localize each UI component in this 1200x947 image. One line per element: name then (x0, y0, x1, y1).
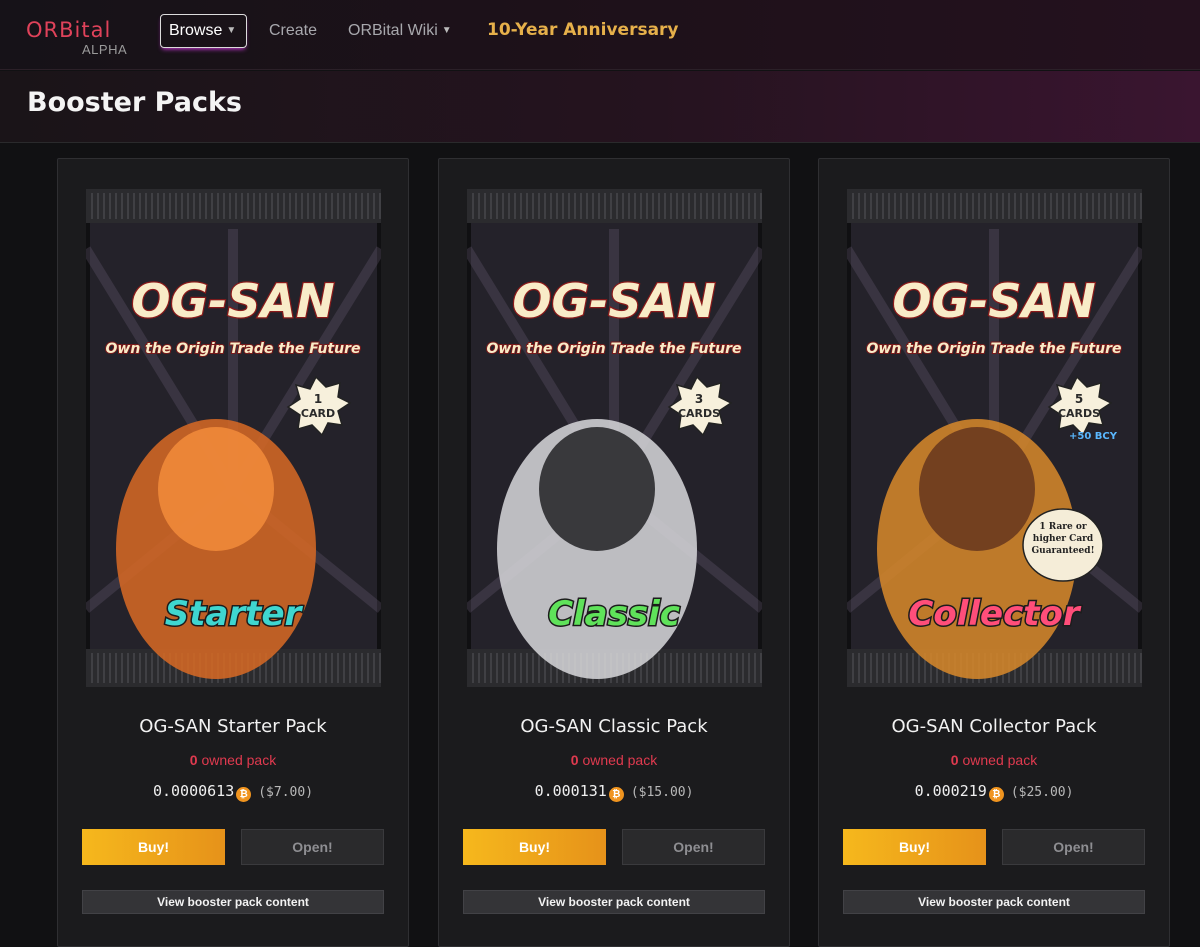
owned-label: owned pack (201, 752, 277, 768)
pack-price: 0.000131 ₿ ($15.00) (439, 782, 789, 802)
booster-pack-card-0: 1 CARD OG-SAN Own the Origin Trade the F… (57, 158, 409, 947)
owned-label: owned pack (962, 752, 1038, 768)
pack-image[interactable]: 5 CARDS +50 BCY 1 Rare or higher Card Gu… (847, 189, 1142, 687)
bitcoin-icon: ₿ (608, 787, 624, 802)
svg-text:Own the Origin Trade the Futu: Own the Origin Trade the Future (105, 341, 360, 357)
svg-text:OG-SAN: OG-SAN (131, 274, 334, 328)
owned-label: owned pack (582, 752, 658, 768)
buy-button[interactable]: Buy! (82, 829, 225, 865)
svg-text:1 Rare or: 1 Rare or (1039, 522, 1087, 532)
open-button[interactable]: Open! (622, 829, 765, 865)
pack-name: OG-SAN Classic Pack (520, 716, 708, 737)
pack-image[interactable]: 1 CARD OG-SAN Own the Origin Trade the F… (86, 189, 381, 687)
booster-pack-card-1: 3 CARDS OG-SAN Own the Origin Trade the … (438, 158, 790, 947)
svg-text:5: 5 (1075, 392, 1083, 406)
price-usd: ($25.00) (1010, 785, 1074, 800)
logo-subtitle: ALPHA (82, 42, 128, 57)
chevron-down-icon: ▼ (441, 25, 452, 36)
svg-text:Own the Origin Trade the Futu: Own the Origin Trade the Future (866, 341, 1121, 357)
svg-text:3: 3 (695, 392, 703, 406)
price-btc: 0.000219 (914, 782, 987, 800)
open-button[interactable]: Open! (1002, 829, 1145, 865)
view-pack-content-button[interactable]: View booster pack content (843, 890, 1145, 914)
create-link[interactable]: Create (269, 22, 317, 40)
chevron-down-icon: ▼ (226, 25, 237, 36)
owned-count: 0 owned pack (819, 752, 1169, 768)
browse-label: Browse (169, 22, 223, 39)
price-usd: ($15.00) (630, 785, 694, 800)
owned-number: 0 (570, 752, 579, 768)
svg-text:CARD: CARD (301, 407, 335, 420)
price-usd: ($7.00) (258, 785, 314, 800)
wiki-label: ORBital Wiki (348, 22, 438, 39)
svg-text:Starter: Starter (165, 594, 304, 634)
owned-count: 0 owned pack (58, 752, 408, 768)
logo-text: ORBital (26, 18, 112, 42)
bitcoin-icon: ₿ (988, 787, 1004, 802)
booster-pack-card-2: 5 CARDS +50 BCY 1 Rare or higher Card Gu… (818, 158, 1170, 947)
price-btc: 0.000131 (534, 782, 607, 800)
svg-text:CARDS: CARDS (678, 407, 720, 420)
svg-text:higher Card: higher Card (1033, 534, 1094, 544)
anniversary-link[interactable]: 10-Year Anniversary (487, 20, 679, 40)
pack-price: 0.0000613 ₿ ($7.00) (58, 782, 408, 802)
price-btc: 0.0000613 (152, 782, 235, 800)
svg-text:+50 BCY: +50 BCY (1069, 431, 1118, 442)
svg-text:CARDS: CARDS (1058, 407, 1100, 420)
bitcoin-icon: ₿ (236, 787, 252, 802)
svg-text:1: 1 (314, 392, 322, 406)
owned-number: 0 (189, 752, 198, 768)
view-pack-content-button[interactable]: View booster pack content (463, 890, 765, 914)
pack-illustration: 5 CARDS +50 BCY 1 Rare or higher Card Gu… (847, 189, 1142, 687)
top-navbar: ORBital ALPHA Browse ▼ Create ORBital Wik… (0, 0, 1200, 70)
pack-illustration: 3 CARDS OG-SAN Own the Origin Trade the … (467, 189, 762, 687)
open-button[interactable]: Open! (241, 829, 384, 865)
svg-text:Guaranteed!: Guaranteed! (1031, 546, 1094, 556)
svg-text:Collector: Collector (908, 594, 1081, 634)
owned-count: 0 owned pack (439, 752, 789, 768)
pack-price: 0.000219 ₿ ($25.00) (819, 782, 1169, 802)
svg-text:Own the Origin Trade the Futu: Own the Origin Trade the Future (486, 341, 741, 357)
svg-text:Classic: Classic (548, 594, 680, 634)
wiki-menu-button[interactable]: ORBital Wiki ▼ (348, 22, 452, 40)
pack-image[interactable]: 3 CARDS OG-SAN Own the Origin Trade the … (467, 189, 762, 687)
browse-menu-button[interactable]: Browse ▼ (160, 14, 247, 48)
pack-name: OG-SAN Collector Pack (891, 716, 1097, 737)
view-pack-content-button[interactable]: View booster pack content (82, 890, 384, 914)
buy-button[interactable]: Buy! (843, 829, 986, 865)
page-header: Booster Packs (0, 71, 1200, 143)
page-title: Booster Packs (27, 87, 242, 118)
orbital-logo[interactable]: ORBital ALPHA (26, 14, 136, 60)
pack-illustration: 1 CARD OG-SAN Own the Origin Trade the F… (86, 189, 381, 687)
svg-text:OG-SAN: OG-SAN (512, 274, 715, 328)
buy-button[interactable]: Buy! (463, 829, 606, 865)
pack-name: OG-SAN Starter Pack (139, 716, 327, 737)
svg-text:OG-SAN: OG-SAN (892, 274, 1095, 328)
owned-number: 0 (950, 752, 959, 768)
